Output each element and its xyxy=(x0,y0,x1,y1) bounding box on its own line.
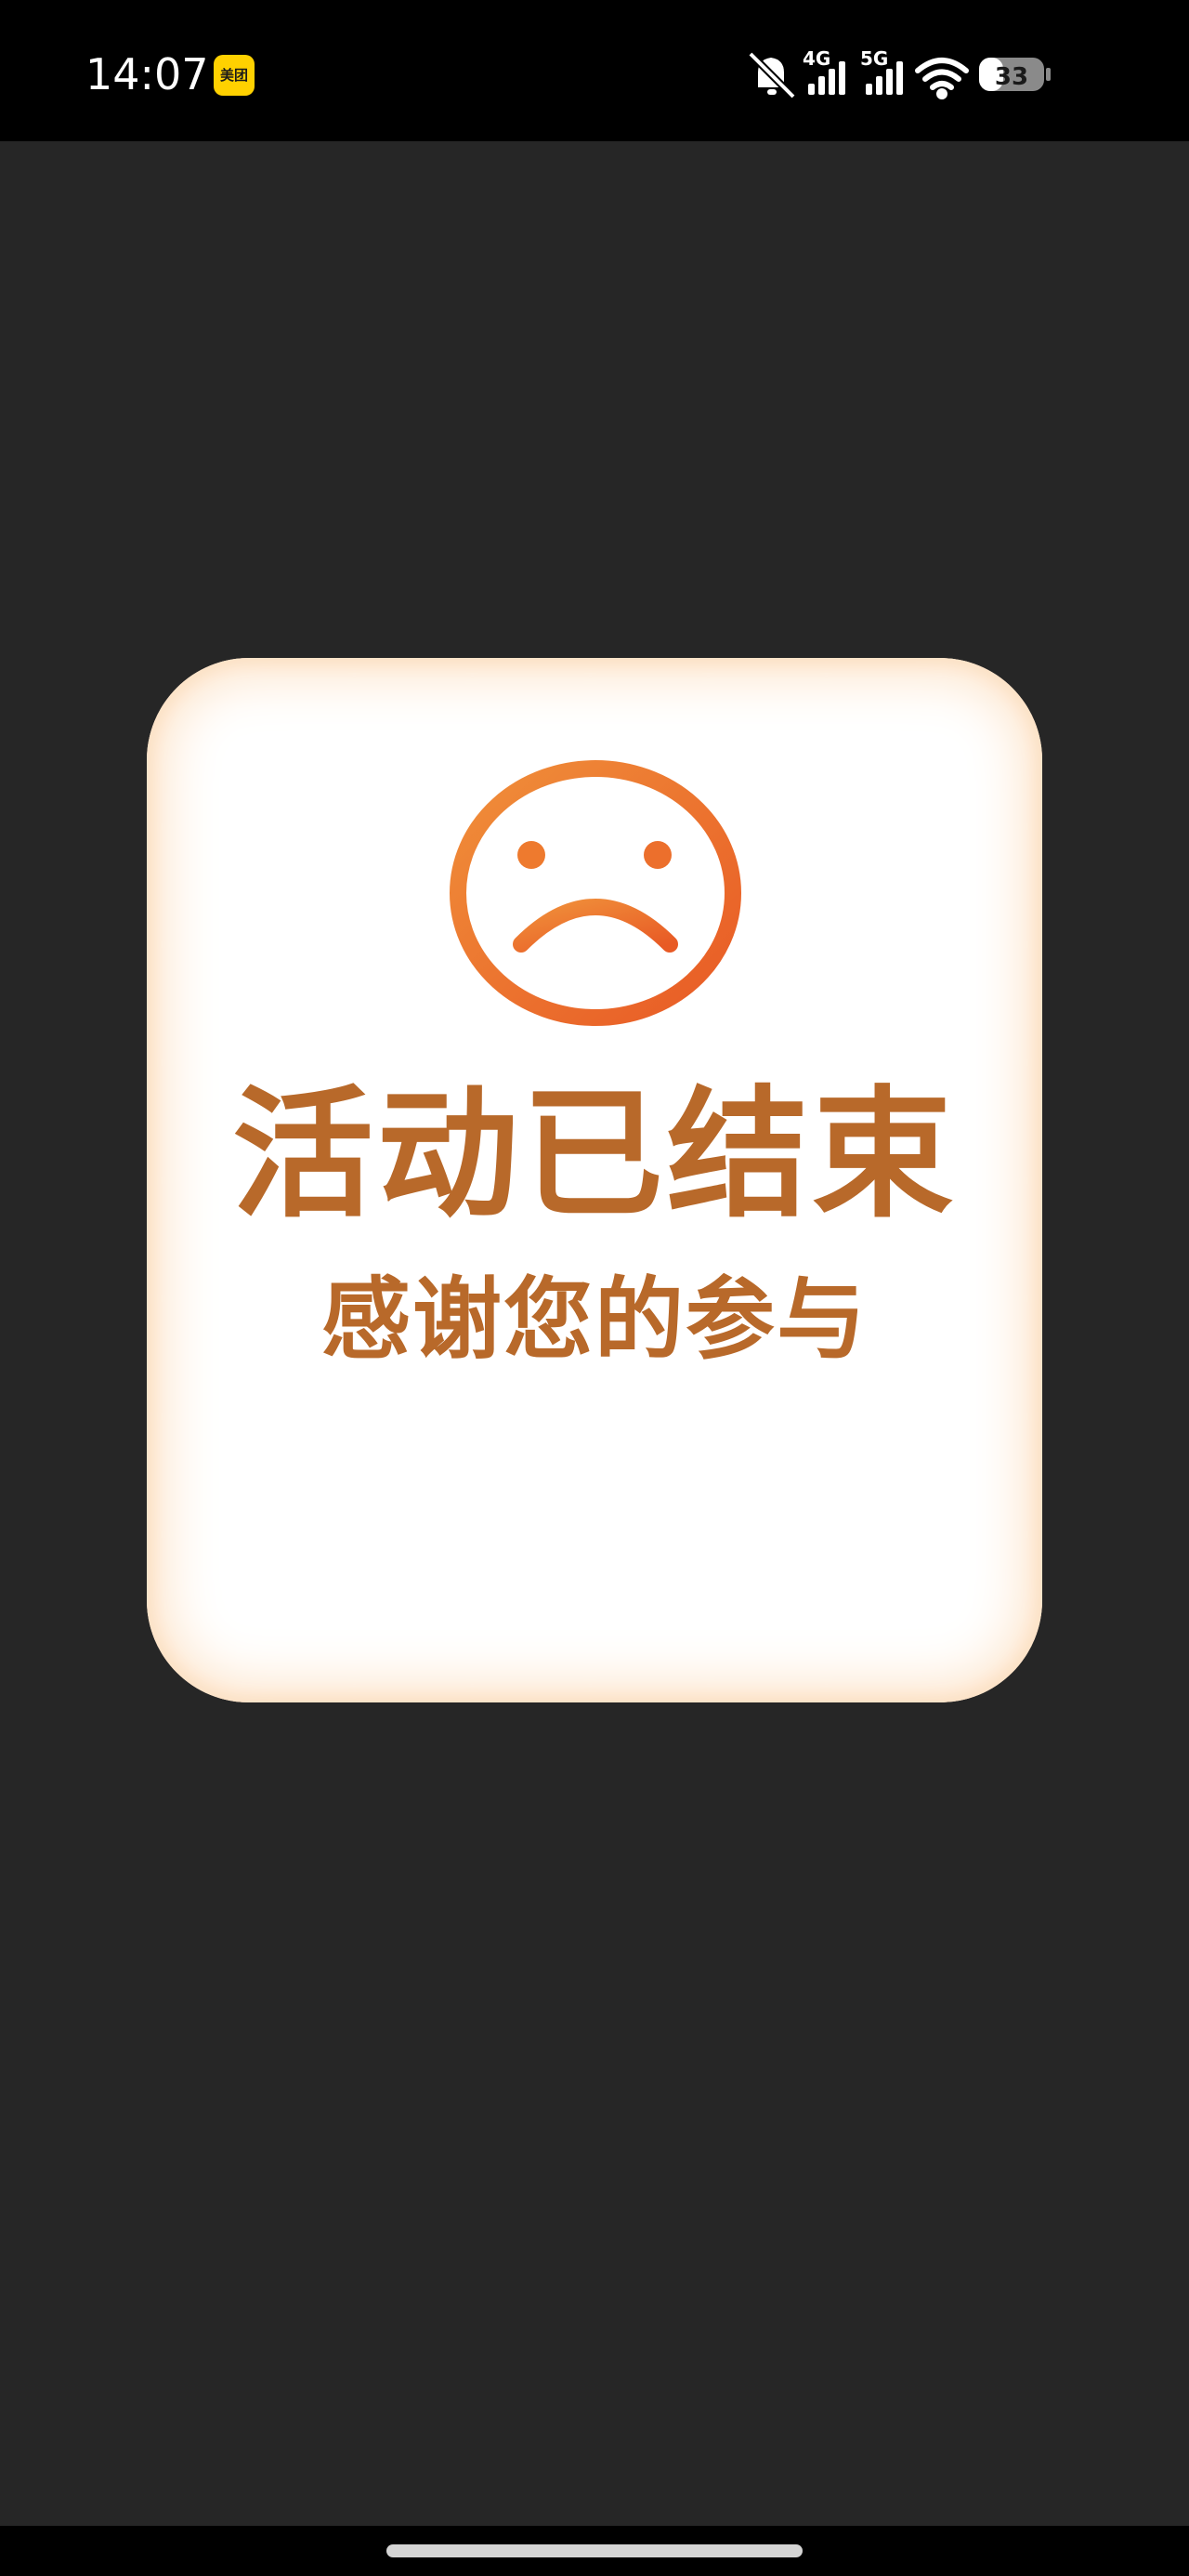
screen: 14:07 美团 4G 5G 33 活动已结束 感谢您的参与 xyxy=(0,0,1189,2576)
status-time: 14:07 xyxy=(85,49,209,99)
network-5g-label: 5G xyxy=(860,47,888,70)
navigation-bar xyxy=(0,2526,1189,2576)
sad-face-icon xyxy=(450,760,741,1026)
home-indicator[interactable] xyxy=(386,2544,803,2557)
activity-ended-card: 活动已结束 感谢您的参与 xyxy=(147,658,1042,1702)
network-4g-label: 4G xyxy=(803,47,830,70)
battery-level: 33 xyxy=(995,63,1028,91)
signal-5g-icon: 5G xyxy=(860,47,903,95)
wifi-icon xyxy=(915,58,969,99)
status-bar: 14:07 美团 4G 5G 33 xyxy=(0,0,1189,141)
activity-ended-title: 活动已结束 xyxy=(232,1072,957,1237)
thanks-subtitle: 感谢您的参与 xyxy=(321,1268,868,1372)
mute-bell-icon xyxy=(748,51,796,99)
signal-4g-icon: 4G xyxy=(803,47,845,95)
battery-icon: 33 xyxy=(979,58,1051,91)
status-icons: 4G 5G 33 xyxy=(743,45,1096,104)
meituan-app-icon: 美团 xyxy=(214,55,255,96)
